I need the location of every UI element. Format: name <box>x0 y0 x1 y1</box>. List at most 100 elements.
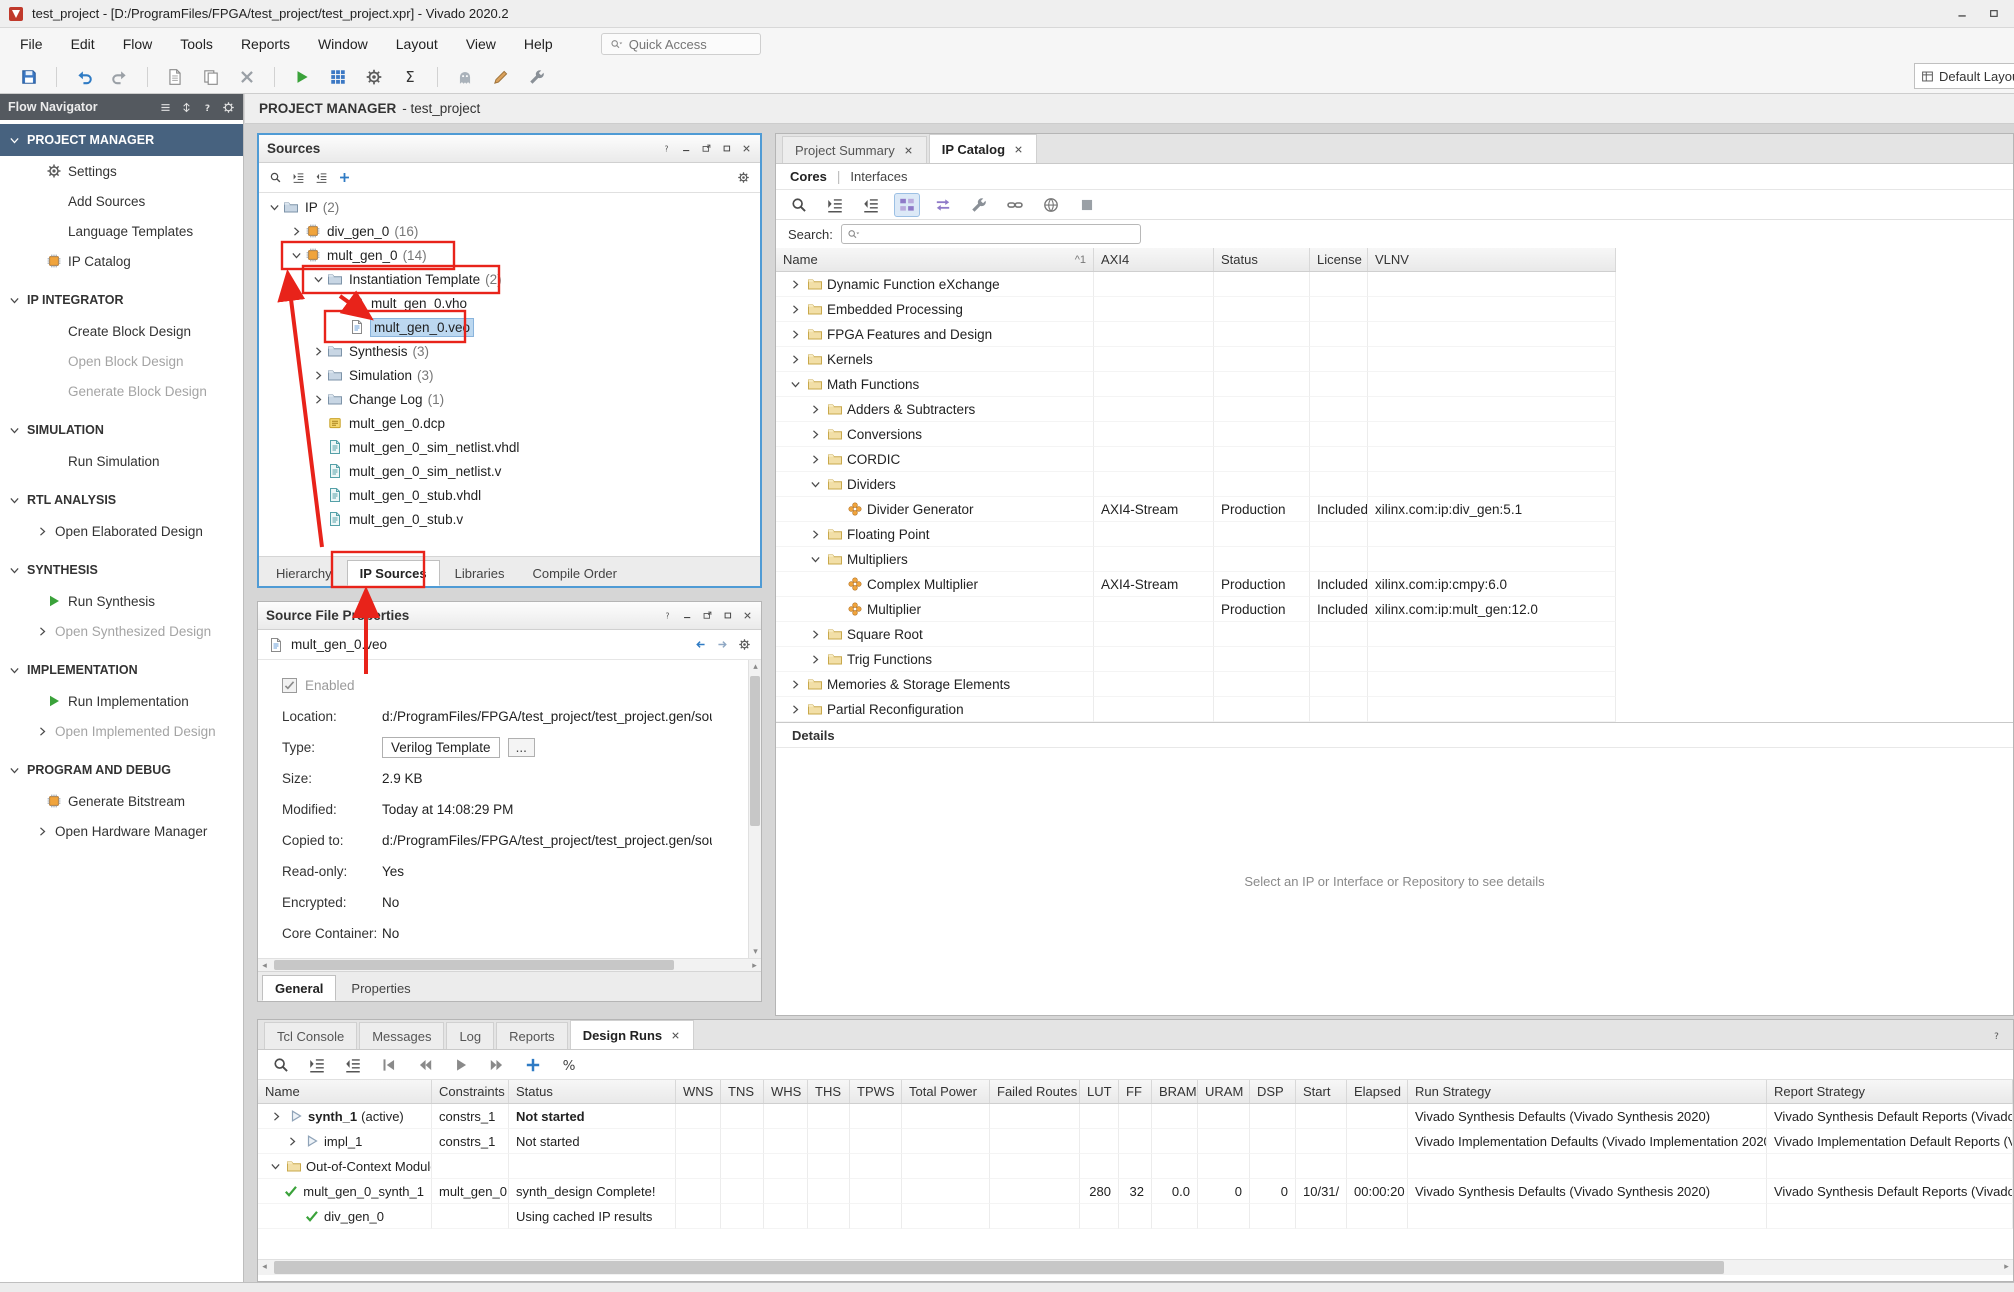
tree-expander[interactable] <box>807 553 823 566</box>
runs-column-dsp[interactable]: DSP <box>1250 1080 1296 1103</box>
close-tab-icon[interactable] <box>1013 144 1024 155</box>
catalog-row-math-functions[interactable]: Math Functions <box>776 372 1616 397</box>
tree-expander[interactable] <box>807 528 823 541</box>
scrollbar-thumb[interactable] <box>274 960 674 970</box>
catalog-row-conversions[interactable]: Conversions <box>776 422 1616 447</box>
tree-item-mult-gen-0-sim-netlist-v[interactable]: mult_gen_0_sim_netlist.v <box>259 459 760 483</box>
scrollbar-thumb[interactable] <box>274 1261 1724 1274</box>
search-icon[interactable] <box>269 171 282 184</box>
run-row-div-gen-0[interactable]: div_gen_0Using cached IP results <box>258 1204 2013 1229</box>
catalog-row-partial-reconfiguration[interactable]: Partial Reconfiguration <box>776 697 1616 722</box>
runs-column-ff[interactable]: FF <box>1119 1080 1152 1103</box>
run-button[interactable] <box>287 64 317 90</box>
runs-column-status[interactable]: Status <box>509 1080 676 1103</box>
tree-expander[interactable] <box>787 303 803 316</box>
gear-button[interactable] <box>359 64 389 90</box>
close-tab-icon[interactable] <box>903 145 914 156</box>
gearw-icon[interactable] <box>222 101 235 114</box>
close-icon[interactable] <box>741 143 752 154</box>
flow-item-run-simulation[interactable]: Run Simulation <box>0 446 243 476</box>
search-button[interactable] <box>786 193 812 217</box>
flow-item-add-sources[interactable]: Add Sources <box>0 186 243 216</box>
menu-window[interactable]: Window <box>304 31 382 57</box>
catalog-row-memories-storage-elements[interactable]: Memories & Storage Elements <box>776 672 1616 697</box>
menu-reports[interactable]: Reports <box>227 31 304 57</box>
tree-expander[interactable] <box>787 278 803 291</box>
transfer-button[interactable] <box>930 193 956 217</box>
maximize-icon[interactable] <box>1987 7 2000 20</box>
flow-section-program-and-debug[interactable]: PROGRAM AND DEBUG <box>0 754 243 786</box>
close-tab-icon[interactable] <box>670 1030 681 1041</box>
tree-expander[interactable] <box>287 249 305 262</box>
save-button[interactable] <box>14 64 44 90</box>
maximize-icon[interactable] <box>721 143 732 154</box>
properties-vertical-scrollbar[interactable]: ▴▾ <box>748 660 761 958</box>
help[interactable]: ? <box>1990 1027 2003 1042</box>
run-expander[interactable] <box>285 1135 300 1148</box>
scroll-up-arrow[interactable]: ▴ <box>749 660 761 673</box>
scroll-down-arrow[interactable]: ▾ <box>749 945 761 958</box>
tab-reports[interactable]: Reports <box>496 1022 568 1049</box>
run-expander[interactable] <box>269 1110 284 1123</box>
collapse-button[interactable] <box>822 193 848 217</box>
tree-item-mult-gen-0[interactable]: mult_gen_0(14) <box>259 243 760 267</box>
run-row-impl-1[interactable]: impl_1constrs_1Not startedVivado Impleme… <box>258 1129 2013 1154</box>
tree-expander[interactable] <box>309 393 327 406</box>
flow-section-synthesis[interactable]: SYNTHESIS <box>0 554 243 586</box>
link-button[interactable] <box>1002 193 1028 217</box>
tree-item-div-gen-0[interactable]: div_gen_0(16) <box>259 219 760 243</box>
dock-icon[interactable] <box>180 101 193 114</box>
properties-horizontal-scrollbar[interactable]: ◂▸ <box>258 958 761 971</box>
tree-item-synthesis[interactable]: Synthesis(3) <box>259 339 760 363</box>
catalog-row-trig-functions[interactable]: Trig Functions <box>776 647 1616 672</box>
catalog-row-multiplier[interactable]: MultiplierProductionIncludedxilinx.com:i… <box>776 597 1616 622</box>
tree-expander[interactable] <box>807 628 823 641</box>
help-icon[interactable]: ? <box>661 143 672 154</box>
runs-column-failed-routes[interactable]: Failed Routes <box>990 1080 1080 1103</box>
help-icon[interactable]: ? <box>662 610 673 621</box>
flow-item-settings[interactable]: Settings <box>0 156 243 186</box>
delete-button[interactable] <box>232 64 262 90</box>
quick-access-input[interactable] <box>629 37 739 52</box>
flow-item-language-templates[interactable]: Language Templates <box>0 216 243 246</box>
flow-section-implementation[interactable]: IMPLEMENTATION <box>0 654 243 686</box>
column-header-status[interactable]: Status <box>1214 248 1310 271</box>
flow-section-ip-integrator[interactable]: IP INTEGRATOR <box>0 284 243 316</box>
menu-layout[interactable]: Layout <box>382 31 452 57</box>
catalog-row-dynamic-function-exchange[interactable]: Dynamic Function eXchange <box>776 272 1616 297</box>
scroll-right-arrow[interactable]: ▸ <box>748 959 761 972</box>
column-header-name[interactable]: Name^1 <box>776 248 1094 271</box>
collapse-icon[interactable] <box>292 171 305 184</box>
tree-item-instantiation-template[interactable]: Instantiation Template(2) <box>259 267 760 291</box>
panelmenu-icon[interactable] <box>159 101 172 114</box>
stop-button[interactable] <box>1074 193 1100 217</box>
tree-expander[interactable] <box>787 328 803 341</box>
tree-expander[interactable] <box>787 353 803 366</box>
tree-expander[interactable] <box>309 273 327 286</box>
runs-column-report-strategy[interactable]: Report Strategy <box>1767 1080 2013 1103</box>
runs-column-tns[interactable]: TNS <box>721 1080 764 1103</box>
ghost-button[interactable] <box>450 64 480 90</box>
minimize-icon[interactable] <box>1956 7 1969 20</box>
doc-tab-ip-catalog[interactable]: IP Catalog <box>929 134 1037 163</box>
plus-button[interactable] <box>520 1053 546 1077</box>
menu-edit[interactable]: Edit <box>57 31 109 57</box>
questionw-icon[interactable]: ? <box>201 101 214 114</box>
copy-button[interactable] <box>196 64 226 90</box>
quick-access-search[interactable] <box>601 33 761 55</box>
flow-section-simulation[interactable]: SIMULATION <box>0 414 243 446</box>
doc-tab-project-summary[interactable]: Project Summary <box>782 136 927 163</box>
menu-help[interactable]: Help <box>510 31 567 57</box>
view-interfaces[interactable]: Interfaces <box>850 169 907 184</box>
globe-button[interactable] <box>1038 193 1064 217</box>
tree-expander[interactable] <box>807 453 823 466</box>
view-cores[interactable]: Cores <box>790 169 827 184</box>
tab-properties[interactable]: Properties <box>338 975 423 1001</box>
tree-expander[interactable] <box>287 225 305 238</box>
tab-messages[interactable]: Messages <box>359 1022 444 1049</box>
percent-button[interactable]: % <box>556 1053 582 1077</box>
tree-item-change-log[interactable]: Change Log(1) <box>259 387 760 411</box>
tree-expander[interactable] <box>787 703 803 716</box>
runs-column-ths[interactable]: THS <box>808 1080 850 1103</box>
tree-expander[interactable] <box>309 369 327 382</box>
